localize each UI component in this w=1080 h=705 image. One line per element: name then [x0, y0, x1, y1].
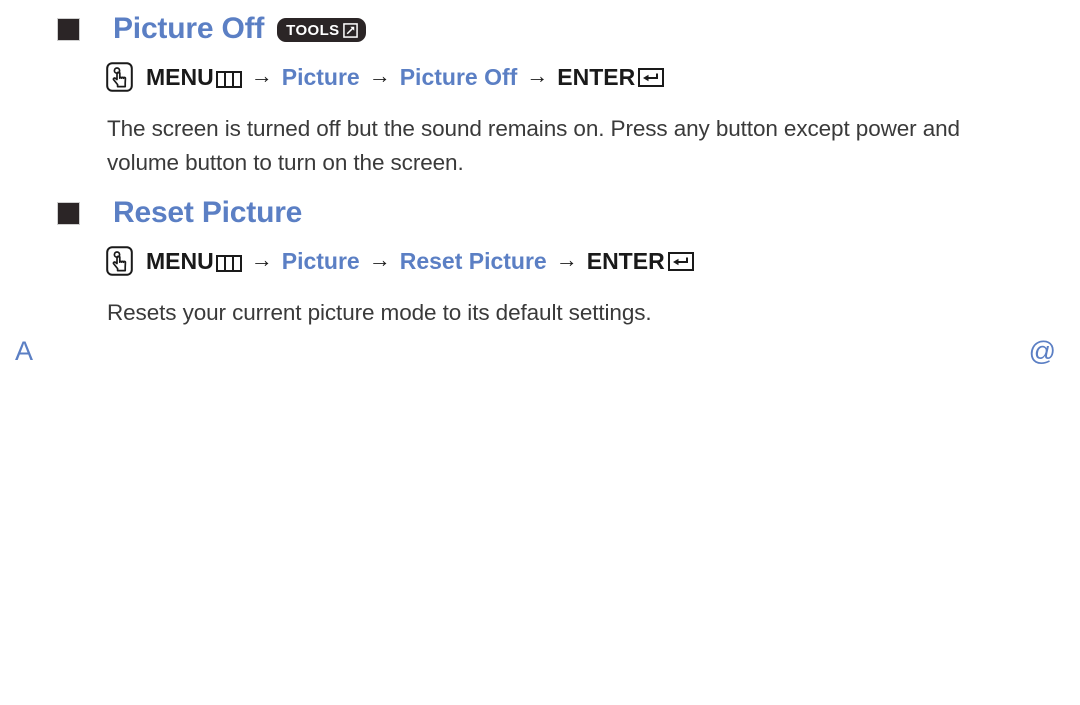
- breadcrumb-item-enter[interactable]: ENTER: [557, 63, 665, 90]
- breadcrumb-separator: →: [526, 63, 549, 88]
- breadcrumb-separator: →: [368, 247, 391, 272]
- breadcrumb-item-menu[interactable]: MENU: [146, 247, 242, 274]
- breadcrumb-item-picture[interactable]: Picture: [282, 65, 360, 89]
- breadcrumb-separator: →: [250, 63, 273, 88]
- page-title: Reset Picture: [113, 196, 303, 229]
- section-reset-picture: Reset Picture MENU → Picture → Reset Pic…: [0, 198, 1080, 330]
- breadcrumb-item-enter-label: ENTER: [586, 247, 665, 274]
- section-heading: Reset Picture: [0, 198, 1080, 228]
- breadcrumb-separator: →: [250, 247, 273, 272]
- tools-badge-label: TOOLS: [286, 21, 340, 39]
- breadcrumb-item-reset-picture[interactable]: Reset Picture: [400, 249, 547, 273]
- breadcrumb-item-enter-label: ENTER: [557, 63, 636, 90]
- breadcrumb-item-picture[interactable]: Picture: [282, 249, 360, 273]
- menu-grid-icon: [215, 253, 242, 272]
- breadcrumb-separator: →: [368, 63, 391, 88]
- enter-return-icon: [667, 251, 694, 271]
- tools-arrow-icon: [342, 22, 358, 38]
- remote-button-press-icon: [106, 62, 133, 92]
- remote-button-press-icon: [106, 246, 133, 276]
- page-marker-right[interactable]: @: [1029, 338, 1056, 365]
- breadcrumb-item-menu[interactable]: MENU: [146, 63, 242, 90]
- manual-page: Picture Off TOOLS MENU → Picture → Pictu…: [0, 0, 1080, 705]
- bullet-square-icon: [57, 201, 80, 225]
- bullet-square-icon: [57, 17, 80, 41]
- section-picture-off: Picture Off TOOLS MENU → Picture → Pictu…: [0, 14, 1080, 180]
- enter-return-icon: [638, 67, 665, 87]
- breadcrumb-separator: →: [555, 247, 578, 272]
- breadcrumb: MENU → Picture → Picture Off → ENTER: [0, 62, 1080, 92]
- breadcrumb-item-menu-label: MENU: [146, 247, 214, 274]
- section-heading: Picture Off TOOLS: [0, 14, 1080, 44]
- breadcrumb-item-picture-off[interactable]: Picture Off: [400, 65, 518, 89]
- page-title: Picture Off: [113, 12, 265, 45]
- section-description: Resets your current picture mode to its …: [107, 300, 652, 325]
- tools-badge[interactable]: TOOLS: [277, 18, 366, 42]
- breadcrumb-item-enter[interactable]: ENTER: [586, 247, 694, 274]
- breadcrumb: MENU → Picture → Reset Picture → ENTER: [0, 246, 1080, 276]
- page-marker-left[interactable]: A: [15, 338, 33, 365]
- breadcrumb-item-menu-label: MENU: [146, 63, 214, 90]
- menu-grid-icon: [215, 69, 242, 88]
- section-description: The screen is turned off but the sound r…: [107, 116, 960, 175]
